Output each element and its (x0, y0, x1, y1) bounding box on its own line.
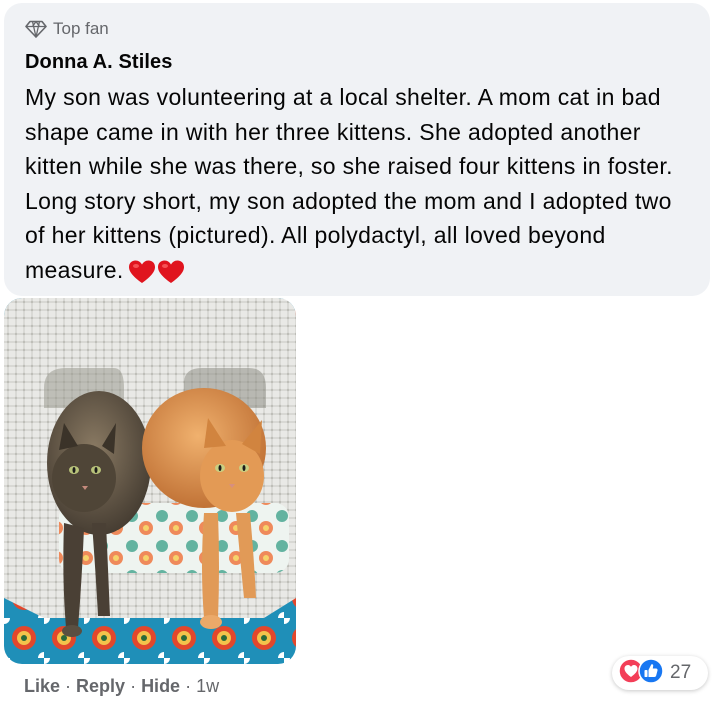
cats-photo-illustration (4, 298, 296, 664)
action-separator: · (185, 676, 192, 696)
heart-emoji-icon (128, 259, 186, 284)
comment-actions: Like · Reply · Hide · 1w (24, 676, 219, 697)
diamond-icon (25, 20, 47, 38)
comment-body: My son was volunteering at a local shelt… (25, 80, 697, 287)
action-separator: · (65, 676, 72, 696)
comment-author[interactable]: Donna A. Stiles (25, 50, 694, 74)
action-separator: · (130, 676, 137, 696)
comment-photo[interactable] (4, 298, 296, 664)
comment-timestamp[interactable]: 1w (196, 676, 219, 697)
like-reaction-icon (638, 657, 664, 689)
badge-label: Top fan (53, 19, 109, 38)
reactions-summary[interactable]: 27 (612, 656, 708, 690)
top-fan-badge[interactable]: Top fan (25, 16, 694, 42)
hide-button[interactable]: Hide (141, 676, 180, 697)
comment-text: My son was volunteering at a local shelt… (25, 84, 673, 283)
comment-bubble: Top fan Donna A. Stiles My son was volun… (4, 3, 710, 296)
like-button[interactable]: Like (24, 676, 60, 697)
reactions-count: 27 (670, 662, 692, 683)
reply-button[interactable]: Reply (76, 676, 125, 697)
